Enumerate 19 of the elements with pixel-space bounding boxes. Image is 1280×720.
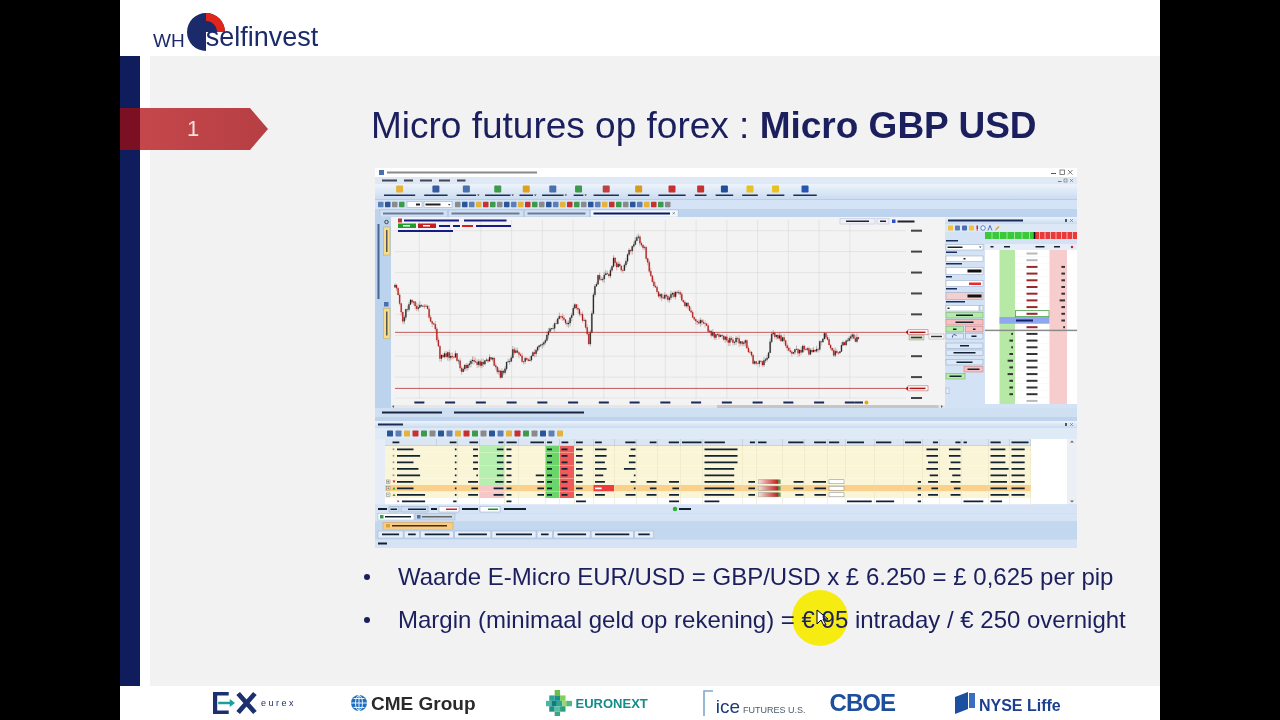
mosaic-icon bbox=[545, 690, 572, 716]
slide-number: 1 bbox=[120, 108, 268, 150]
logo-wordmark: CBOE bbox=[829, 691, 895, 715]
logo-wordmark: selfinvest bbox=[205, 24, 319, 51]
corner-bracket-icon bbox=[702, 690, 713, 716]
logo-wordmark: eurex bbox=[261, 698, 296, 708]
logo-wordmark: CME Group bbox=[371, 693, 476, 713]
bracket-arrow-cross-icon bbox=[213, 692, 257, 714]
bullet-icon bbox=[364, 574, 370, 580]
bullet-text: Waarde E-Micro EUR/USD = GBP/USD x £ 6.250 = £ 0,625 per pip bbox=[398, 563, 1114, 591]
globe-icon bbox=[351, 695, 367, 711]
logo-wordmark: WH bbox=[153, 31, 185, 50]
logo-wordmark: EURONEXT bbox=[575, 696, 648, 710]
slide-title: Micro futures op forex : Micro GBP USD bbox=[371, 105, 1037, 147]
logo-tagline: FUTURES U.S. bbox=[743, 706, 806, 715]
logo-wordmark: NYSE Liffe bbox=[978, 698, 1061, 714]
tilted-panel-icon bbox=[954, 692, 975, 714]
bullet-icon bbox=[364, 617, 370, 623]
logo-wordmark: ice bbox=[715, 697, 741, 716]
